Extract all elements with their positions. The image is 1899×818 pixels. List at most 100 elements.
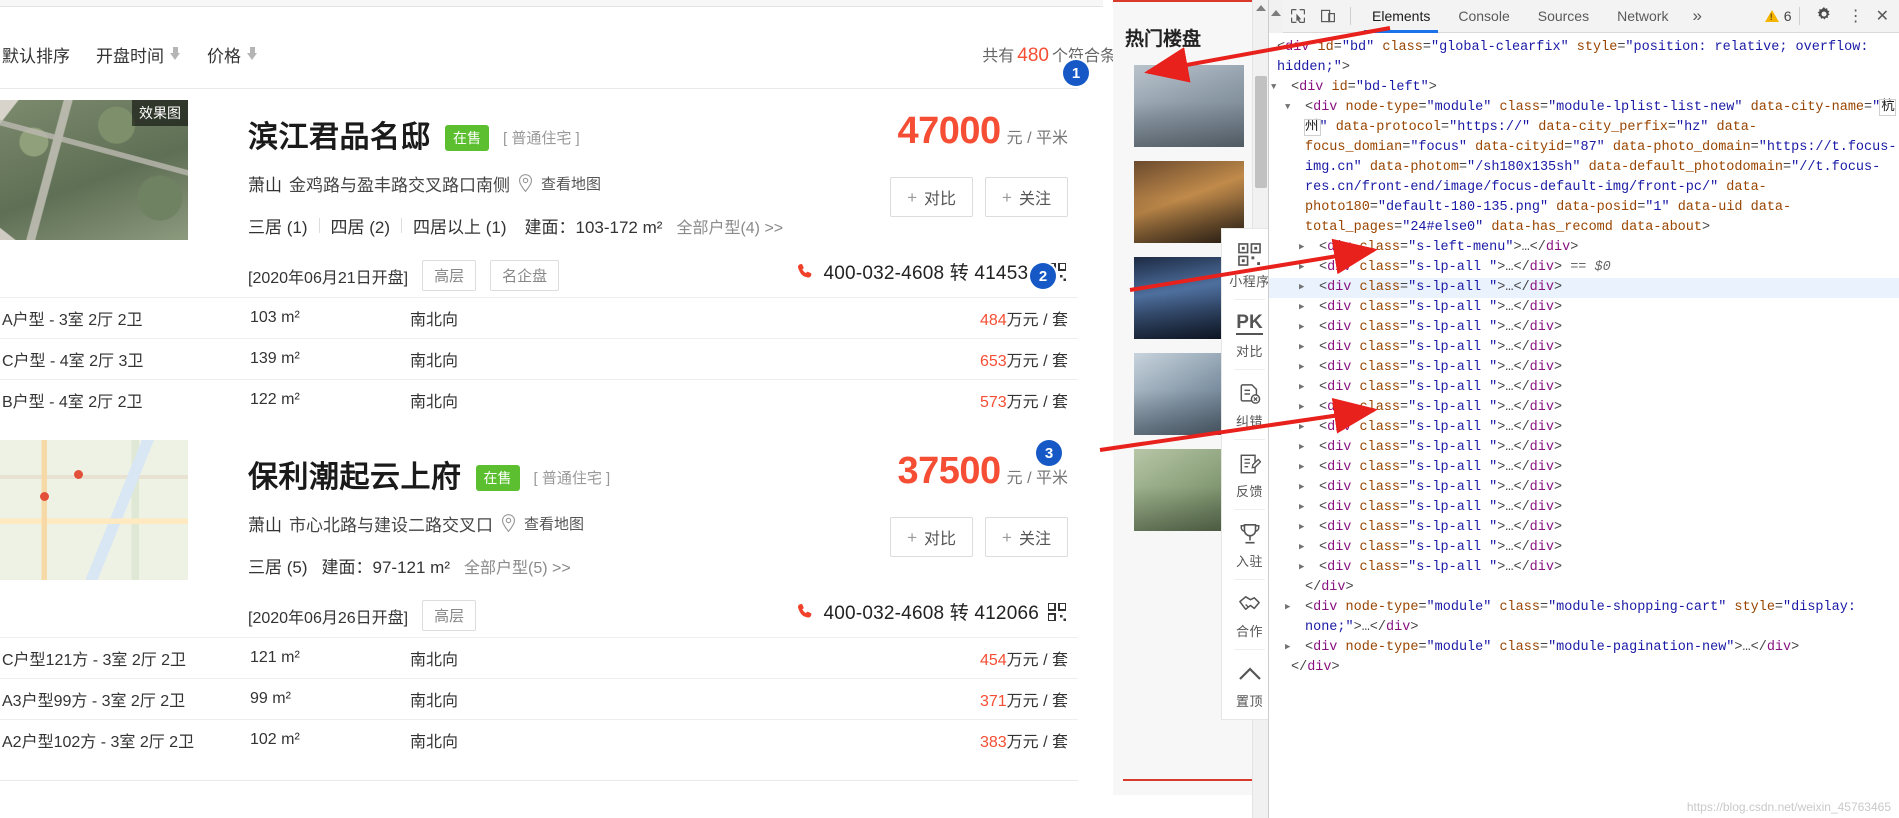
dom-tree-line[interactable]: ▶ <div node-type="module" class="module-p…: [1269, 638, 1899, 658]
expand-triangle-icon[interactable]: ▼: [1269, 37, 1277, 57]
sidebar-item-cooperation[interactable]: 合作: [1222, 579, 1268, 649]
close-icon[interactable]: ✕: [1871, 6, 1894, 26]
dom-tree-line[interactable]: </div>: [1269, 578, 1899, 598]
unit-row[interactable]: A3户型99方 - 3室 2厅 2卫 99 m² 南北向 371万元 / 套: [0, 678, 1078, 719]
collapse-triangle-icon[interactable]: ▶: [1299, 237, 1319, 257]
expand-triangle-icon[interactable]: ▼: [1285, 97, 1305, 117]
collapse-triangle-icon[interactable]: ▶: [1299, 517, 1319, 537]
dom-tree[interactable]: ▼<div id="bd" class="global-clearfix" st…: [1269, 34, 1899, 818]
sidebar-item-compare[interactable]: PK 对比: [1222, 299, 1268, 369]
room-option[interactable]: 四居以上 (1): [413, 213, 507, 238]
collapse-triangle-icon[interactable]: ▶: [1299, 477, 1319, 497]
sidebar-item-report-error[interactable]: 纠错: [1222, 369, 1268, 439]
device-toolbar-icon[interactable]: [1313, 0, 1343, 33]
collapse-triangle-icon[interactable]: ▶: [1299, 557, 1319, 577]
collapse-triangle-icon[interactable]: ▶: [1285, 637, 1305, 657]
dom-tree-line[interactable]: ▶ <div class="s-lp-all ">…</div>: [1269, 338, 1899, 358]
expand-triangle-icon[interactable]: ▼: [1271, 77, 1291, 97]
sidebar-item-feedback[interactable]: 反馈: [1222, 439, 1268, 509]
collapse-triangle-icon[interactable]: ▶: [1299, 257, 1319, 277]
kebab-menu-icon[interactable]: ⋮: [1841, 6, 1871, 26]
unit-row[interactable]: A2户型102方 - 3室 2厅 2卫 102 m² 南北向 383万元 / 套: [0, 719, 1078, 760]
collapse-triangle-icon[interactable]: ▶: [1299, 337, 1319, 357]
scroll-up-arrow-icon[interactable]: [1256, 5, 1266, 11]
collapse-triangle-icon[interactable]: ▶: [1299, 297, 1319, 317]
hot-listing-thumb[interactable]: [1134, 65, 1244, 147]
dom-tree-line[interactable]: ▶ <div class="s-lp-all ">…</div>: [1269, 518, 1899, 538]
tab-console[interactable]: Console: [1444, 0, 1523, 33]
dom-tree-line[interactable]: ▶ <div class="s-lp-all ">…</div>: [1269, 298, 1899, 318]
dom-tree-line[interactable]: ▶ <div class="s-lp-all ">…</div>: [1269, 398, 1899, 418]
dom-tree-line[interactable]: ▶ <div class="s-lp-all ">…</div>: [1269, 278, 1899, 298]
collapse-triangle-icon[interactable]: ▶: [1285, 597, 1305, 617]
dom-tree-line[interactable]: ▼<div id="bd" class="global-clearfix" st…: [1269, 38, 1899, 78]
listing-phone-row[interactable]: 400-032-4608 转 414534: [796, 258, 1067, 285]
qrcode-icon[interactable]: [1047, 601, 1067, 622]
scrollbar-thumb[interactable]: [1255, 76, 1267, 188]
dom-tree-line[interactable]: ▶ <div class="s-lp-all ">…</div>: [1269, 358, 1899, 378]
dom-tree-line[interactable]: ▶ <div class="s-left-menu">…</div>: [1269, 238, 1899, 258]
dom-tree-line[interactable]: ▶ <div class="s-lp-all ">…</div>: [1269, 538, 1899, 558]
follow-button[interactable]: + 关注: [985, 177, 1068, 217]
room-option[interactable]: 三居 (1): [248, 213, 308, 238]
compare-button[interactable]: + 对比: [890, 177, 974, 217]
collapse-triangle-icon[interactable]: ▶: [1299, 417, 1319, 437]
more-tabs-icon[interactable]: »: [1682, 6, 1711, 26]
dom-tree-line[interactable]: ▼ <div id="bd-left">: [1269, 78, 1899, 98]
sort-open-date[interactable]: 开盘时间: [96, 42, 181, 67]
unit-row[interactable]: A户型 - 3室 2厅 2卫 103 m² 南北向 484万元 / 套: [0, 297, 1078, 338]
warning-counter[interactable]: 6: [1764, 8, 1792, 24]
unit-row[interactable]: C户型121方 - 3室 2厅 2卫 121 m² 南北向 454万元 / 套: [0, 637, 1078, 678]
thumbnail-tag: 效果图: [132, 100, 188, 126]
gear-icon[interactable]: [1807, 6, 1841, 27]
dom-tree-line[interactable]: </div>: [1269, 658, 1899, 678]
dom-tree-line[interactable]: ▶ <div class="s-lp-all ">…</div>: [1269, 378, 1899, 398]
all-unit-types-link[interactable]: 全部户型(4) >>: [676, 214, 783, 238]
compare-button[interactable]: + 对比: [890, 517, 974, 557]
tab-sources[interactable]: Sources: [1524, 0, 1603, 33]
collapse-triangle-icon[interactable]: ▶: [1299, 437, 1319, 457]
listing-phone-row[interactable]: 400-032-4608 转 412066: [796, 598, 1067, 625]
dom-tree-line[interactable]: ▶ <div class="s-lp-all ">…</div>: [1269, 478, 1899, 498]
dom-tree-line[interactable]: ▶ <div class="s-lp-all ">…</div>: [1269, 558, 1899, 578]
collapse-triangle-icon[interactable]: ▶: [1299, 537, 1319, 557]
dom-tree-line[interactable]: ▶ <div class="s-lp-all ">…</div>: [1269, 318, 1899, 338]
dom-tree-line[interactable]: ▶ <div node-type="module" class="module-s…: [1269, 598, 1899, 638]
collapse-triangle-icon[interactable]: ▶: [1299, 317, 1319, 337]
dom-tree-line[interactable]: ▶ <div class="s-lp-all ">…</div>: [1269, 418, 1899, 438]
dom-tree-line[interactable]: ▶ <div class="s-lp-all ">…</div>: [1269, 438, 1899, 458]
listing-title[interactable]: 保利潮起云上府: [248, 452, 462, 496]
view-map-link[interactable]: 查看地图: [524, 513, 584, 534]
sort-default[interactable]: 默认排序: [2, 42, 70, 67]
sidebar-item-join[interactable]: 入驻: [1222, 509, 1268, 579]
tab-network[interactable]: Network: [1603, 0, 1682, 33]
dom-token: "/sh180x135sh": [1467, 160, 1581, 175]
all-unit-types-link[interactable]: 全部户型(5) >>: [464, 554, 571, 578]
listing-thumbnail[interactable]: [0, 440, 188, 580]
scroll-up-arrow-icon[interactable]: [1271, 9, 1281, 16]
devtools-left-scroll[interactable]: [1269, 0, 1283, 33]
sidebar-item-back-to-top[interactable]: 置顶: [1222, 649, 1268, 719]
follow-button[interactable]: + 关注: [985, 517, 1068, 557]
sidebar-item-miniprogram[interactable]: 小程序: [1222, 229, 1268, 299]
dom-tree-line[interactable]: ▶ <div class="s-lp-all ">…</div>: [1269, 458, 1899, 478]
listing-thumbnail[interactable]: 效果图: [0, 100, 188, 240]
collapse-triangle-icon[interactable]: ▶: [1299, 397, 1319, 417]
room-option[interactable]: 四居 (2): [331, 213, 391, 238]
inspect-element-icon[interactable]: [1283, 0, 1313, 33]
unit-row[interactable]: B户型 - 4室 2厅 2卫 122 m² 南北向 573万元 / 套: [0, 379, 1078, 420]
dom-tree-line[interactable]: ▼ <div node-type="module" class="module-l…: [1269, 98, 1899, 238]
collapse-triangle-icon[interactable]: ▶: [1299, 357, 1319, 377]
sort-price[interactable]: 价格: [207, 42, 258, 67]
collapse-triangle-icon[interactable]: ▶: [1299, 277, 1319, 297]
collapse-triangle-icon[interactable]: ▶: [1299, 497, 1319, 517]
collapse-triangle-icon[interactable]: ▶: [1299, 457, 1319, 477]
room-option[interactable]: 三居 (5): [248, 553, 308, 578]
collapse-triangle-icon[interactable]: ▶: [1299, 377, 1319, 397]
view-map-link[interactable]: 查看地图: [541, 173, 601, 194]
listing-title[interactable]: 滨江君品名邸: [248, 112, 431, 156]
tab-elements[interactable]: Elements: [1358, 0, 1444, 33]
dom-tree-line[interactable]: ▶ <div class="s-lp-all ">…</div> == $0: [1269, 258, 1899, 278]
dom-tree-line[interactable]: ▶ <div class="s-lp-all ">…</div>: [1269, 498, 1899, 518]
unit-row[interactable]: C户型 - 4室 2厅 3卫 139 m² 南北向 653万元 / 套: [0, 338, 1078, 379]
